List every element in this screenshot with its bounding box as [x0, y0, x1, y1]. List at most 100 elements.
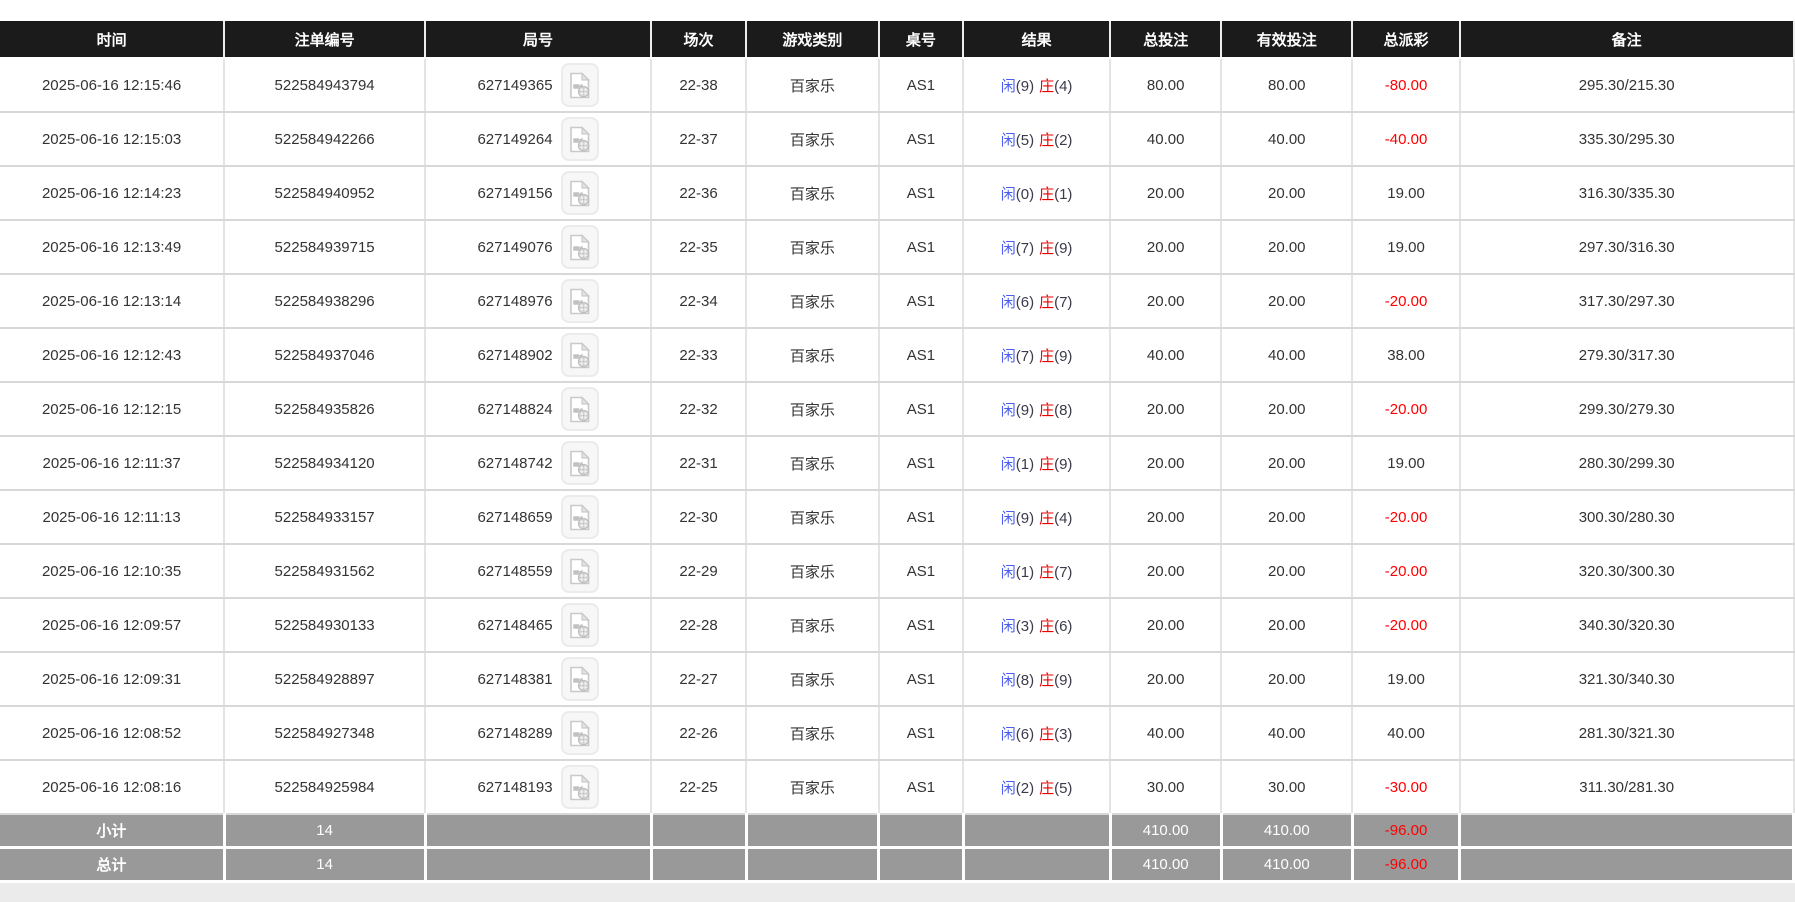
round-number: 627148742: [477, 454, 553, 472]
cell-bet-id: 522584927348: [224, 706, 427, 761]
cell-bet-id: 522584930133: [224, 598, 427, 653]
cell-round: 627149156: [425, 166, 652, 221]
column-header: 总投注: [1110, 21, 1223, 59]
cell-total-bet: 20.00: [1110, 598, 1223, 653]
round-number: 627148659: [477, 508, 553, 526]
cell-session: 22-27: [651, 652, 748, 707]
cell-result: 闲(2) 庄(5): [963, 760, 1112, 815]
cell-table-no: AS1: [878, 328, 965, 383]
player-result-score: (8): [1015, 671, 1035, 689]
player-result-label: 闲: [1000, 77, 1016, 95]
cell-round: 627148742: [425, 436, 652, 491]
video-replay-button[interactable]: [560, 171, 599, 215]
banker-result-label: 庄: [1039, 455, 1055, 473]
video-replay-button[interactable]: [560, 387, 599, 431]
round-number: 627148381: [477, 670, 553, 688]
summary-empty-session: [651, 847, 748, 883]
player-result-score: (6): [1015, 293, 1035, 311]
cell-remark: 311.30/281.30: [1459, 760, 1795, 815]
cell-table-no: AS1: [878, 382, 965, 437]
bet-records-table: 时间 注单编号 局号 场次 游戏类别 桌号 结果 总投注 有效投注 总派彩 备注 2025-06-1…: [0, 21, 1795, 883]
video-replay-button[interactable]: [560, 441, 599, 485]
summary-empty-table-no: [878, 847, 965, 883]
cell-valid-bet: 20.00: [1221, 598, 1354, 653]
player-result-label: 闲: [1000, 563, 1016, 581]
video-replay-button[interactable]: [560, 603, 599, 647]
summary-valid-bet: 410.00: [1221, 847, 1354, 883]
video-replay-button[interactable]: [560, 549, 599, 593]
video-replay-icon: [569, 557, 590, 584]
cell-bet-id: 522584938296: [224, 274, 427, 329]
banker-result-label: 庄: [1039, 725, 1055, 743]
cell-bet-id: 522584937046: [224, 328, 427, 383]
banker-result-score: (7): [1054, 563, 1073, 581]
round-number: 627148289: [477, 724, 553, 742]
banker-result-label: 庄: [1039, 347, 1055, 365]
cell-result: 闲(5) 庄(2): [963, 112, 1112, 167]
banker-result-score: (7): [1054, 293, 1073, 311]
banker-result-label: 庄: [1039, 77, 1055, 95]
summary-total-bet: 410.00: [1110, 847, 1223, 883]
cell-result: 闲(3) 庄(6): [963, 598, 1112, 653]
cell-total-bet: 40.00: [1110, 112, 1223, 167]
player-result-label: 闲: [1000, 725, 1016, 743]
player-result-label: 闲: [1000, 185, 1016, 203]
cell-game-type: 百家乐: [746, 544, 880, 599]
cell-game-type: 百家乐: [746, 436, 880, 491]
video-replay-button[interactable]: [560, 225, 599, 269]
player-result-label: 闲: [1000, 347, 1016, 365]
cell-valid-bet: 20.00: [1221, 490, 1354, 545]
video-replay-button[interactable]: [560, 765, 599, 809]
cell-bet-id: 522584943794: [224, 58, 427, 113]
cell-round: 627148289: [425, 706, 652, 761]
cell-total-payout: -20.00: [1352, 490, 1461, 545]
video-replay-button[interactable]: [560, 117, 599, 161]
cell-session: 22-25: [651, 760, 748, 815]
player-result-score: (9): [1015, 401, 1035, 419]
cell-total-payout: -30.00: [1352, 760, 1461, 815]
cell-round: 627148976: [425, 274, 652, 329]
cell-total-bet: 40.00: [1110, 706, 1223, 761]
cell-time: 2025-06-16 12:08:16: [0, 760, 226, 815]
video-replay-button[interactable]: [560, 63, 599, 107]
video-replay-button[interactable]: [560, 495, 599, 539]
summary-count: 14: [224, 814, 427, 849]
cell-total-bet: 20.00: [1110, 274, 1223, 329]
page-background-fill: [0, 883, 1795, 902]
summary-empty-game-type: [746, 847, 881, 883]
cell-time: 2025-06-16 12:12:43: [0, 328, 226, 383]
video-replay-button[interactable]: [560, 657, 599, 701]
cell-total-payout: 19.00: [1352, 220, 1461, 275]
cell-time: 2025-06-16 12:09:57: [0, 598, 226, 653]
video-replay-button[interactable]: [560, 279, 599, 323]
banker-result-label: 庄: [1039, 779, 1055, 797]
cell-result: 闲(9) 庄(4): [963, 490, 1112, 545]
column-header: 注单编号: [224, 21, 427, 59]
summary-empty-remark: [1459, 847, 1795, 883]
cell-remark: 297.30/316.30: [1459, 220, 1795, 275]
video-replay-button[interactable]: [560, 711, 599, 755]
cell-total-bet: 20.00: [1110, 166, 1223, 221]
video-replay-button[interactable]: [560, 333, 599, 377]
banker-result-score: (9): [1054, 239, 1073, 257]
summary-label: 总计: [0, 847, 226, 883]
cell-session: 22-26: [651, 706, 748, 761]
table-row: 2025-06-16 12:14:23 522584940952 6271491…: [0, 166, 1795, 221]
player-result-score: (2): [1015, 779, 1035, 797]
cell-bet-id: 522584925984: [224, 760, 427, 815]
cell-valid-bet: 80.00: [1221, 58, 1354, 113]
video-replay-icon: [569, 773, 590, 800]
cell-game-type: 百家乐: [746, 274, 880, 329]
table-row: 2025-06-16 12:09:57 522584930133 6271484…: [0, 598, 1795, 653]
cell-game-type: 百家乐: [746, 760, 880, 815]
cell-valid-bet: 30.00: [1221, 760, 1354, 815]
cell-table-no: AS1: [878, 544, 965, 599]
banker-result-score: (4): [1054, 77, 1073, 95]
banker-result-label: 庄: [1039, 509, 1055, 527]
summary-empty-game-type: [746, 814, 881, 849]
cell-bet-id: 522584934120: [224, 436, 427, 491]
cell-bet-id: 522584931562: [224, 544, 427, 599]
cell-round: 627149264: [425, 112, 652, 167]
player-result-label: 闲: [1000, 239, 1016, 257]
cell-table-no: AS1: [878, 166, 965, 221]
